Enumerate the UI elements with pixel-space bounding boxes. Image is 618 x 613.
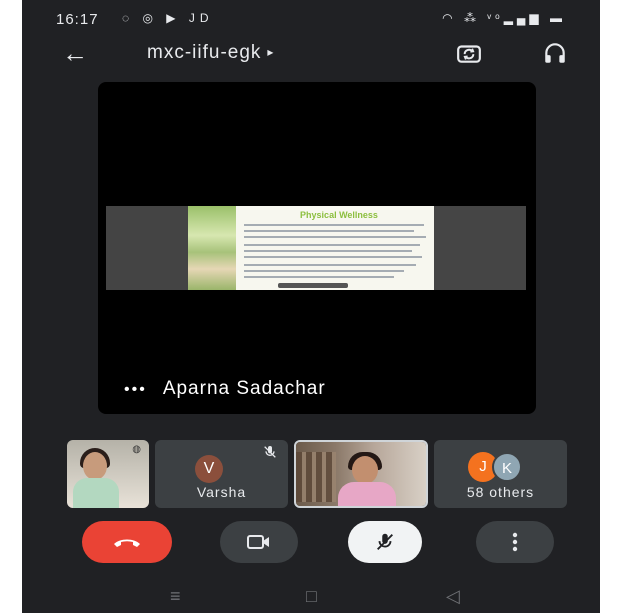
more-options-icon[interactable]: ••• (124, 381, 147, 398)
back-arrow-icon[interactable]: ← (62, 38, 88, 68)
status-left-icons: ◌ ◎ ▶ JD (122, 11, 214, 25)
status-right-icons: ◠ ⁂ ᵛᵒ▂▄▆ ▬ (442, 11, 566, 25)
slide-title: Physical Wellness (300, 210, 378, 220)
system-nav-bar: ≡ □ ◁ (22, 580, 600, 613)
presenter-tile[interactable]: Physical Wellness ••• Aparna Sadachar (98, 82, 536, 414)
camera-toggle-button[interactable] (220, 521, 298, 563)
end-call-button[interactable] (82, 521, 172, 563)
switch-camera-icon[interactable] (456, 40, 482, 66)
phone-hangup-icon (114, 539, 140, 547)
screen-share-sidebar (106, 206, 188, 290)
headphones-icon[interactable] (542, 40, 568, 66)
participant-body (338, 482, 396, 506)
avatar: V (195, 455, 223, 483)
presenter-name: Aparna Sadachar (162, 378, 326, 399)
home-icon[interactable]: □ (306, 586, 317, 607)
status-bar: 16:17 ◌ ◎ ▶ JD ◠ ⁂ ᵛᵒ▂▄▆ ▬ (22, 0, 600, 38)
screen-share-panel (434, 206, 526, 290)
mic-off-icon (377, 533, 393, 550)
participant-tile-varsha[interactable]: V Varsha (155, 440, 288, 508)
participant-face (83, 452, 107, 480)
presenter-label: ••• Aparna Sadachar (124, 378, 326, 400)
participant-tile-self[interactable]: ◍ (67, 440, 149, 508)
slide-image (188, 206, 236, 290)
app-bar: ← mxc-iifu-egk ▸ (22, 38, 600, 74)
audio-level-icon: ◍ (132, 444, 141, 455)
recents-icon[interactable]: ≡ (170, 586, 181, 607)
participant-body (73, 478, 119, 508)
status-time: 16:17 (56, 11, 99, 28)
participant-tile-others[interactable]: J K 58 others (434, 440, 567, 508)
expand-icon: ▸ (267, 45, 275, 59)
more-options-button[interactable] (476, 521, 554, 563)
others-count: 58 others (466, 484, 535, 500)
bookshelf (296, 452, 336, 502)
participant-name: Varsha (196, 484, 247, 500)
mic-toggle-button[interactable] (348, 521, 422, 563)
shared-slide: Physical Wellness (188, 206, 442, 290)
vertical-dots-icon (512, 532, 518, 552)
video-camera-icon (247, 535, 269, 549)
slide-toolbar (278, 283, 348, 288)
meeting-title[interactable]: mxc-iifu-egk ▸ (147, 42, 274, 64)
participant-tile-video[interactable] (294, 440, 428, 508)
meeting-code: mxc-iifu-egk (147, 42, 262, 63)
phone-screen: 16:17 ◌ ◎ ▶ JD ◠ ⁂ ᵛᵒ▂▄▆ ▬ ← mxc-iifu-eg… (22, 0, 600, 613)
mic-muted-icon (264, 446, 276, 458)
screen-share: Physical Wellness (106, 206, 526, 290)
participant-face (352, 456, 378, 484)
nav-back-icon[interactable]: ◁ (446, 586, 460, 607)
avatar-k: K (492, 452, 522, 482)
